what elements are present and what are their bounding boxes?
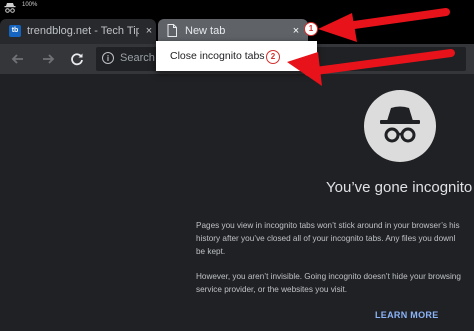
incognito-description: Pages you view in incognito tabs won’t s… xyxy=(196,221,460,256)
learn-more-link[interactable]: LEARN MORE xyxy=(375,310,439,320)
battery-percentage: 100% xyxy=(22,2,38,8)
tab-trendblog[interactable]: tb trendblog.net - Tech Tips, Tu × xyxy=(0,19,156,44)
reload-icon[interactable] xyxy=(67,49,87,69)
tab-title: trendblog.net - Tech Tips, Tu xyxy=(27,25,139,37)
back-arrow-icon[interactable] xyxy=(8,49,28,69)
info-icon[interactable]: i xyxy=(102,52,114,64)
address-bar-placeholder: Search xyxy=(120,52,155,64)
close-icon[interactable]: × xyxy=(289,24,303,38)
page-title: You’ve gone incognito xyxy=(326,179,473,196)
forward-arrow-icon[interactable] xyxy=(38,49,58,69)
incognito-page: You’ve gone incognito Pages you view in … xyxy=(0,74,474,331)
document-icon xyxy=(167,24,177,37)
status-bar: 100% xyxy=(0,0,474,16)
tab-strip: tb trendblog.net - Tech Tips, Tu × New t… xyxy=(0,16,474,44)
incognito-logo-icon xyxy=(364,90,436,162)
trendblog-favicon-icon: tb xyxy=(9,25,21,37)
close-icon[interactable]: × xyxy=(142,24,156,38)
incognito-icon xyxy=(4,3,16,13)
tab-context-menu: Close incognito tabs xyxy=(156,41,317,71)
visibility-description: However, you aren’t invisible. Going inc… xyxy=(196,272,461,294)
annotation-badge-2: 2 xyxy=(266,50,280,64)
tab-title: New tab xyxy=(185,25,226,37)
menu-item-close-incognito-tabs[interactable]: Close incognito tabs xyxy=(170,50,265,62)
annotation-badge-1: 1 xyxy=(304,22,318,36)
